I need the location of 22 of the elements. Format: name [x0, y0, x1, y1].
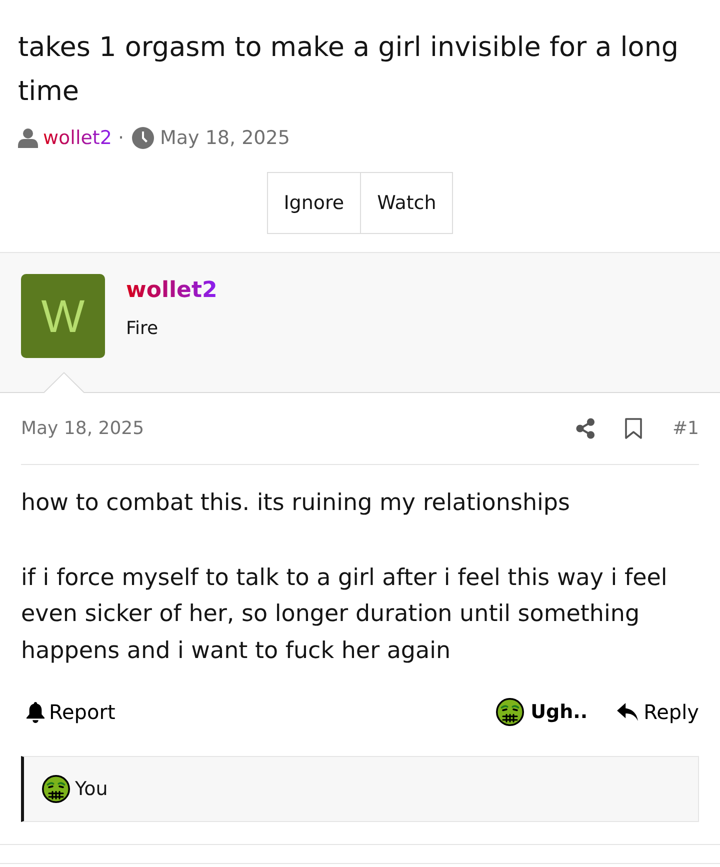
reaction-link[interactable]: Ugh.. — [496, 698, 588, 726]
thread-title: takes 1 orgasm to make a girl invisible for a long time — [18, 31, 680, 109]
post-number-link[interactable]: #1 — [672, 418, 699, 438]
thread-date-link[interactable]: May 18, 2025 — [160, 127, 290, 149]
meta-separator: · — [118, 127, 124, 149]
post-paragraph: if i force myself to talk to a girl after i feel this way i feel even sicker of her, so longer duration until something happens and i want to fuck her again — [21, 564, 668, 666]
share-icon[interactable] — [576, 418, 596, 438]
sick-face-icon — [496, 698, 524, 726]
user-title: Fire — [126, 318, 158, 340]
bell-icon — [26, 702, 45, 722]
sick-face-icon — [42, 775, 70, 803]
report-link[interactable]: Report — [26, 700, 116, 724]
reply-link[interactable]: Reply — [616, 700, 699, 724]
post-paragraph: how to combat this. its ruining my relationships — [21, 489, 571, 518]
clock-icon — [132, 127, 154, 149]
thread-action-button[interactable]: Ignore — [266, 172, 362, 234]
bookmark-icon[interactable] — [625, 418, 642, 438]
user-icon — [18, 128, 38, 148]
thread-action-button[interactable]: Watch — [361, 172, 454, 234]
reply-arrow-icon — [616, 702, 638, 722]
post-date-link[interactable]: May 18, 2025 — [21, 418, 144, 438]
reaction-users-link[interactable]: You — [75, 778, 108, 800]
